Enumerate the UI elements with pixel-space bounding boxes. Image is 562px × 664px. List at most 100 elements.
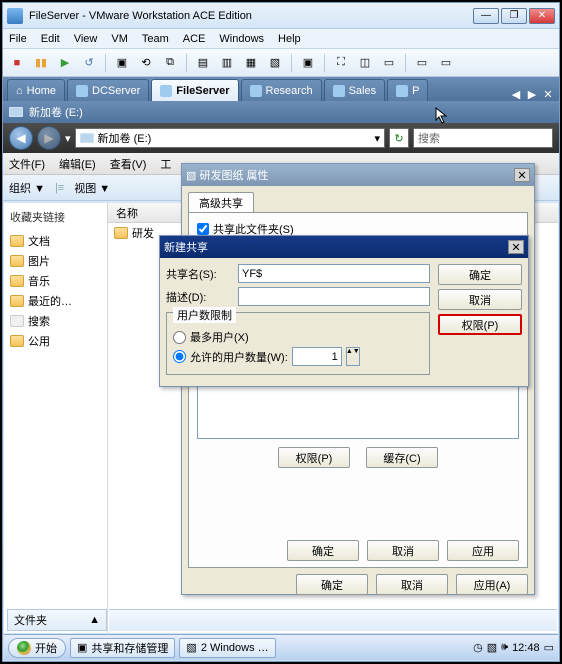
maximize-button[interactable]: ❐ [501,8,527,24]
sidebar-item-label: 最近的… [28,293,72,309]
sidebar-item-public[interactable]: 公用 [6,331,105,351]
address-text: 新加卷 (E:) [98,130,152,146]
cancel-button[interactable]: 取消 [376,574,448,595]
task-windows-group[interactable]: ▧ 2 Windows … [179,638,275,658]
tab-fileserver-label: FileServer [176,85,229,97]
dialog-title: 新建共享 [164,239,208,255]
menu-ace[interactable]: ACE [183,33,206,45]
tool-icon-4[interactable]: ▧ [265,53,285,73]
newshare-permissions-button[interactable]: 权限(P) [438,314,522,335]
minimize-button[interactable]: — [473,8,499,24]
sharename-input[interactable] [238,264,430,283]
tab-p[interactable]: P [387,79,428,101]
newshare-ok-button[interactable]: 确定 [438,264,522,285]
folders-toggle[interactable]: 文件夹 ▲ [7,609,107,631]
menu-file[interactable]: File [9,33,27,45]
tab-research[interactable]: Research [241,79,322,101]
sidebar-item-search[interactable]: 搜索 [6,311,105,331]
allowed-users-radio[interactable] [173,350,186,363]
exp-menu-edit[interactable]: 编辑(E) [59,156,96,172]
tool-icon-5[interactable]: ▣ [298,53,318,73]
snapshot-icon[interactable]: ▣ [112,53,132,73]
task-share-management[interactable]: ▣ 共享和存储管理 [70,638,175,658]
menu-view[interactable]: View [74,33,98,45]
tabs-prev[interactable]: ◀ [509,88,523,101]
dialog-close[interactable]: ✕ [514,168,530,182]
folder-icon [10,295,24,307]
search-input[interactable]: 搜索 [413,128,553,148]
reset-icon[interactable]: ↺ [79,53,99,73]
tabs-close[interactable]: ✕ [541,88,555,101]
apply-button[interactable]: 应用(A) [456,574,528,595]
tool-icon-2[interactable]: ▥ [217,53,237,73]
appliance-icon[interactable]: ▭ [436,53,456,73]
spinner-icon[interactable]: ▲▼ [346,347,360,366]
cache-button[interactable]: 缓存(C) [366,447,438,468]
play-icon[interactable]: ▶ [55,53,75,73]
tab-home[interactable]: ⌂ Home [7,79,65,101]
folder-icon [10,255,24,267]
tray-icon[interactable]: ▧ [487,641,497,654]
folder-icon: ▧ [186,641,196,654]
sidebar-item-documents[interactable]: 文档 [6,231,105,251]
clock[interactable]: 12:48 [512,642,540,654]
back-button[interactable]: ◀ [9,126,33,150]
description-input[interactable] [238,287,430,306]
favorites-header: 收藏夹链接 [10,209,105,225]
exp-menu-tools[interactable]: 工 [160,156,171,172]
show-desktop[interactable]: ▭ [544,641,554,654]
tray-icon[interactable]: ◷ [473,641,483,654]
views-button[interactable]: 视图 ▼ [74,180,110,196]
pause-icon[interactable]: ▮▮ [31,53,51,73]
sidebar-item-pictures[interactable]: 图片 [6,251,105,271]
sidebar-item-music[interactable]: 音乐 [6,271,105,291]
tabs-next[interactable]: ▶ [525,88,539,101]
inner-apply-button[interactable]: 应用 [447,540,519,561]
column-name[interactable]: 名称 [116,205,138,221]
address-bar[interactable]: 新加卷 (E:) ▾ [75,128,385,148]
app-icon [7,8,23,24]
tab-sales[interactable]: Sales [324,79,386,101]
ok-button[interactable]: 确定 [296,574,368,595]
exp-menu-file[interactable]: 文件(F) [9,156,45,172]
address-drop[interactable]: ▾ [374,132,380,145]
summary-icon[interactable]: ▭ [412,53,432,73]
inner-cancel-button[interactable]: 取消 [367,540,439,561]
fullscreen-icon[interactable]: ⛶ [331,53,351,73]
inner-ok-button[interactable]: 确定 [287,540,359,561]
snapshot-revert-icon[interactable]: ⟲ [136,53,156,73]
dialog-close[interactable]: ✕ [508,240,524,254]
nav-history-drop[interactable]: ▾ [65,132,71,145]
vm-icon [76,85,88,97]
exp-menu-view[interactable]: 查看(V) [110,156,147,172]
newshare-cancel-button[interactable]: 取消 [438,289,522,310]
menu-help[interactable]: Help [278,33,301,45]
menu-team[interactable]: Team [142,33,169,45]
vm-icon [396,85,408,97]
menu-vm[interactable]: VM [111,33,128,45]
permissions-button[interactable]: 权限(P) [278,447,350,468]
console-icon[interactable]: ▭ [379,53,399,73]
snapshot-manager-icon[interactable]: ⧉ [160,53,180,73]
unity-icon[interactable]: ◫ [355,53,375,73]
menu-edit[interactable]: Edit [41,33,60,45]
tab-advanced-sharing[interactable]: 高级共享 [188,192,254,212]
sidebar-item-recent[interactable]: 最近的… [6,291,105,311]
max-users-radio[interactable] [173,331,186,344]
poweron-icon[interactable]: ■ [7,53,27,73]
tool-icon-3[interactable]: ▦ [241,53,261,73]
forward-button[interactable]: ▶ [37,126,61,150]
tab-fileserver[interactable]: FileServer [151,79,238,101]
organize-button[interactable]: 组织 ▼ [9,180,45,196]
user-count-input[interactable] [292,347,342,366]
share-folder-checkbox[interactable] [197,223,209,235]
start-label: 开始 [35,640,57,656]
tray-icon[interactable]: 🕪 [501,641,508,654]
refresh-button[interactable]: ↻ [389,128,409,148]
tool-icon-1[interactable]: ▤ [193,53,213,73]
drive-icon [9,107,23,117]
close-button[interactable]: ✕ [529,8,555,24]
start-button[interactable]: 开始 [8,638,66,658]
menu-windows[interactable]: Windows [219,33,264,45]
tab-dcserver[interactable]: DCServer [67,79,149,101]
